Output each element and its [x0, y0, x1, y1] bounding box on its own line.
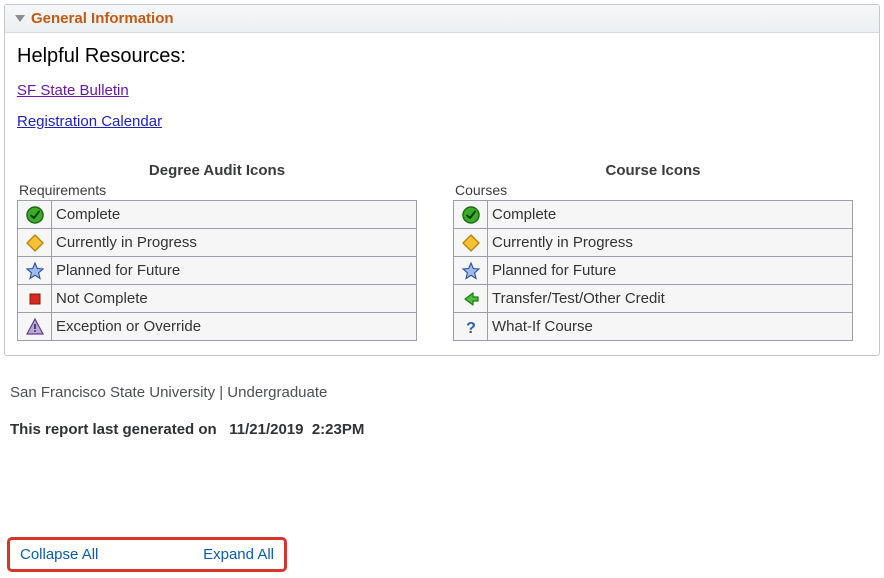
- star-icon: [454, 257, 488, 285]
- complete-icon: [454, 201, 488, 229]
- legend-title-courses: Course Icons: [453, 162, 853, 182]
- calendar-link[interactable]: Registration Calendar: [17, 113, 162, 130]
- table-row: Transfer/Test/Other Credit: [454, 285, 853, 313]
- panel-content: Helpful Resources: SF State Bulletin Reg…: [5, 33, 879, 355]
- table-row: ? What-If Course: [454, 313, 853, 341]
- course-label: Currently in Progress: [488, 229, 853, 257]
- course-label: Planned for Future: [488, 257, 853, 285]
- courses-table: CompleteCurrently in ProgressPlanned for…: [453, 200, 853, 341]
- controls-highlight-box: Collapse All Expand All: [7, 537, 287, 572]
- legend-requirements: Degree Audit Icons Requirements Complete…: [17, 162, 417, 341]
- collapse-all-link[interactable]: Collapse All: [20, 546, 98, 563]
- section-title: General Information: [31, 10, 174, 27]
- requirement-label: Complete: [52, 201, 417, 229]
- svg-text:?: ?: [466, 320, 476, 337]
- star-icon: [18, 257, 52, 285]
- report-time: 2:23PM: [312, 421, 365, 438]
- arrow-left-icon: [454, 285, 488, 313]
- university-line: San Francisco State University | Undergr…: [10, 384, 874, 401]
- requirements-tbody: CompleteCurrently in ProgressPlanned for…: [18, 201, 417, 341]
- requirement-label: Not Complete: [52, 285, 417, 313]
- courses-tbody: CompleteCurrently in ProgressPlanned for…: [454, 201, 853, 341]
- panel-header: General Information: [5, 5, 879, 33]
- table-row: Complete: [454, 201, 853, 229]
- table-row: Currently in Progress: [18, 229, 417, 257]
- collapse-toggle-icon[interactable]: [15, 15, 25, 22]
- requirements-table: CompleteCurrently in ProgressPlanned for…: [17, 200, 417, 341]
- course-label: Transfer/Test/Other Credit: [488, 285, 853, 313]
- tri-exc-icon: [18, 313, 52, 341]
- question-icon: ?: [454, 313, 488, 341]
- report-prefix: This report last generated on: [10, 421, 217, 438]
- bulletin-link[interactable]: SF State Bulletin: [17, 82, 129, 99]
- course-label: Complete: [488, 201, 853, 229]
- footer-area: San Francisco State University | Undergr…: [4, 356, 880, 440]
- table-row: Currently in Progress: [454, 229, 853, 257]
- requirement-label: Currently in Progress: [52, 229, 417, 257]
- table-row: Not Complete: [18, 285, 417, 313]
- legend-sub-courses: Courses: [453, 182, 853, 200]
- course-label: What-If Course: [488, 313, 853, 341]
- requirement-label: Planned for Future: [52, 257, 417, 285]
- general-info-panel: General Information Helpful Resources: S…: [4, 4, 880, 356]
- legend-courses: Course Icons Courses CompleteCurrently i…: [453, 162, 853, 341]
- table-row: Exception or Override: [18, 313, 417, 341]
- table-row: Complete: [18, 201, 417, 229]
- controls-shell: Collapse All Expand All: [7, 537, 877, 572]
- report-generated-line: This report last generated on 11/21/2019…: [10, 421, 874, 438]
- requirement-label: Exception or Override: [52, 313, 417, 341]
- diamond-icon: [454, 229, 488, 257]
- table-row: Planned for Future: [454, 257, 853, 285]
- helpful-resources-heading: Helpful Resources:: [17, 43, 867, 82]
- diamond-icon: [18, 229, 52, 257]
- square-icon: [18, 285, 52, 313]
- legend-wrap: Degree Audit Icons Requirements Complete…: [17, 162, 867, 341]
- expand-all-link[interactable]: Expand All: [203, 546, 274, 563]
- table-row: Planned for Future: [18, 257, 417, 285]
- report-date: 11/21/2019: [229, 421, 303, 438]
- legend-sub-req: Requirements: [17, 182, 417, 200]
- legend-title-degree: Degree Audit Icons: [17, 162, 417, 182]
- complete-icon: [18, 201, 52, 229]
